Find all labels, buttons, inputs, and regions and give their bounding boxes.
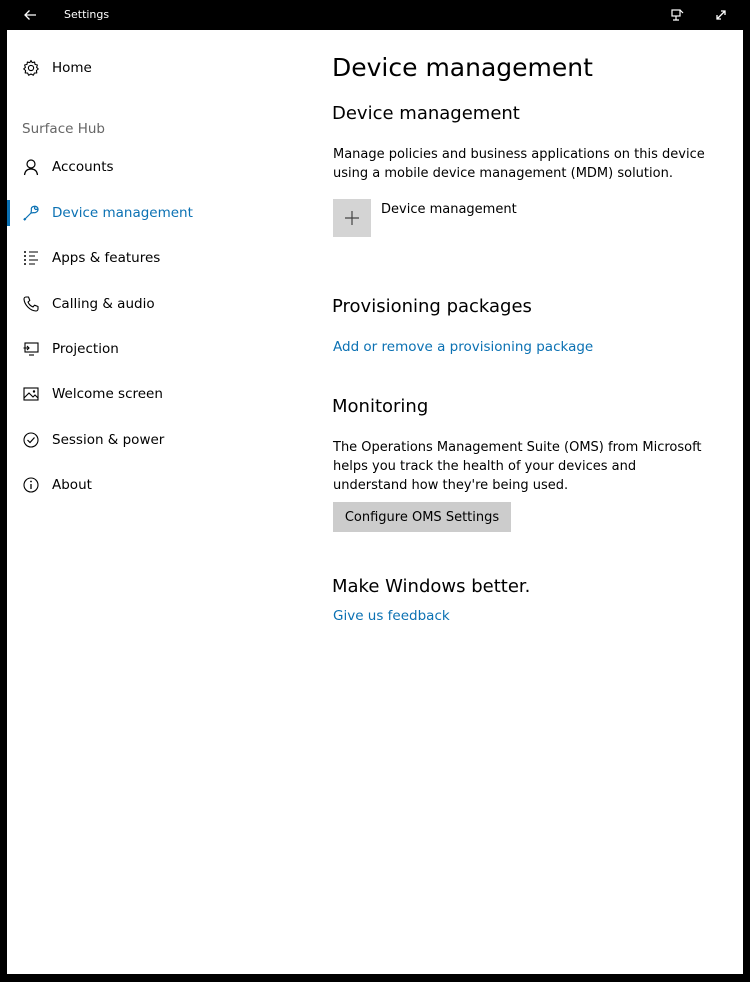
add-device-management-label: Device management: [381, 202, 517, 217]
sidebar-item-apps-features[interactable]: Apps & features: [7, 238, 307, 278]
sidebar-item-welcome-screen[interactable]: Welcome screen: [7, 374, 307, 414]
plus-icon: [345, 211, 359, 225]
settings-window: Home Surface Hub Accounts Device managem…: [7, 30, 743, 974]
pin-icon: [671, 9, 684, 21]
sidebar-item-label: Accounts: [52, 159, 114, 175]
sidebar: Home Surface Hub Accounts Device managem…: [7, 30, 307, 974]
back-arrow-icon: [24, 10, 36, 20]
sidebar-item-label: Calling & audio: [52, 296, 155, 312]
sidebar-item-label: About: [52, 477, 92, 493]
sidebar-item-about[interactable]: About: [7, 465, 307, 505]
title-bar: Settings: [0, 0, 750, 30]
person-icon: [21, 157, 41, 177]
active-indicator: [7, 200, 10, 226]
feedback-link[interactable]: Give us feedback: [333, 607, 450, 625]
sidebar-item-device-management[interactable]: Device management: [7, 193, 307, 233]
window-title: Settings: [64, 8, 110, 21]
page-title: Device management: [332, 53, 593, 82]
sidebar-item-label: Session & power: [52, 432, 165, 448]
add-device-management-button[interactable]: [333, 199, 371, 237]
phone-icon: [21, 294, 41, 314]
wrench-icon: [21, 203, 41, 223]
device-management-description: Manage policies and business application…: [333, 147, 705, 181]
pin-button[interactable]: [666, 5, 688, 25]
expand-button[interactable]: [710, 5, 732, 25]
gear-icon: [21, 58, 41, 78]
sidebar-item-session-power[interactable]: Session & power: [7, 420, 307, 460]
back-button[interactable]: [18, 4, 42, 26]
check-circle-icon: [21, 430, 41, 450]
device-management-heading: Device management: [332, 103, 520, 124]
sidebar-item-label: Device management: [52, 205, 193, 221]
section-label: Surface Hub: [22, 121, 105, 137]
sidebar-item-label: Welcome screen: [52, 386, 163, 402]
feedback-heading: Make Windows better.: [332, 576, 531, 597]
picture-icon: [21, 384, 41, 404]
expand-icon: [716, 10, 726, 20]
configure-oms-button[interactable]: Configure OMS Settings: [333, 502, 511, 532]
sidebar-item-label: Projection: [52, 341, 119, 357]
projection-icon: [21, 339, 41, 359]
provisioning-heading: Provisioning packages: [332, 296, 532, 317]
sidebar-item-label: Home: [52, 60, 92, 76]
sidebar-item-label: Apps & features: [52, 250, 161, 266]
provisioning-package-link[interactable]: Add or remove a provisioning package: [333, 338, 593, 356]
monitoring-heading: Monitoring: [332, 396, 429, 417]
info-icon: [21, 475, 41, 495]
sidebar-item-accounts[interactable]: Accounts: [7, 147, 307, 187]
sidebar-item-home[interactable]: Home: [7, 48, 307, 88]
list-icon: [21, 248, 41, 268]
monitoring-description: The Operations Management Suite (OMS) fr…: [333, 440, 702, 493]
sidebar-item-projection[interactable]: Projection: [7, 329, 307, 369]
sidebar-item-calling-audio[interactable]: Calling & audio: [7, 284, 307, 324]
